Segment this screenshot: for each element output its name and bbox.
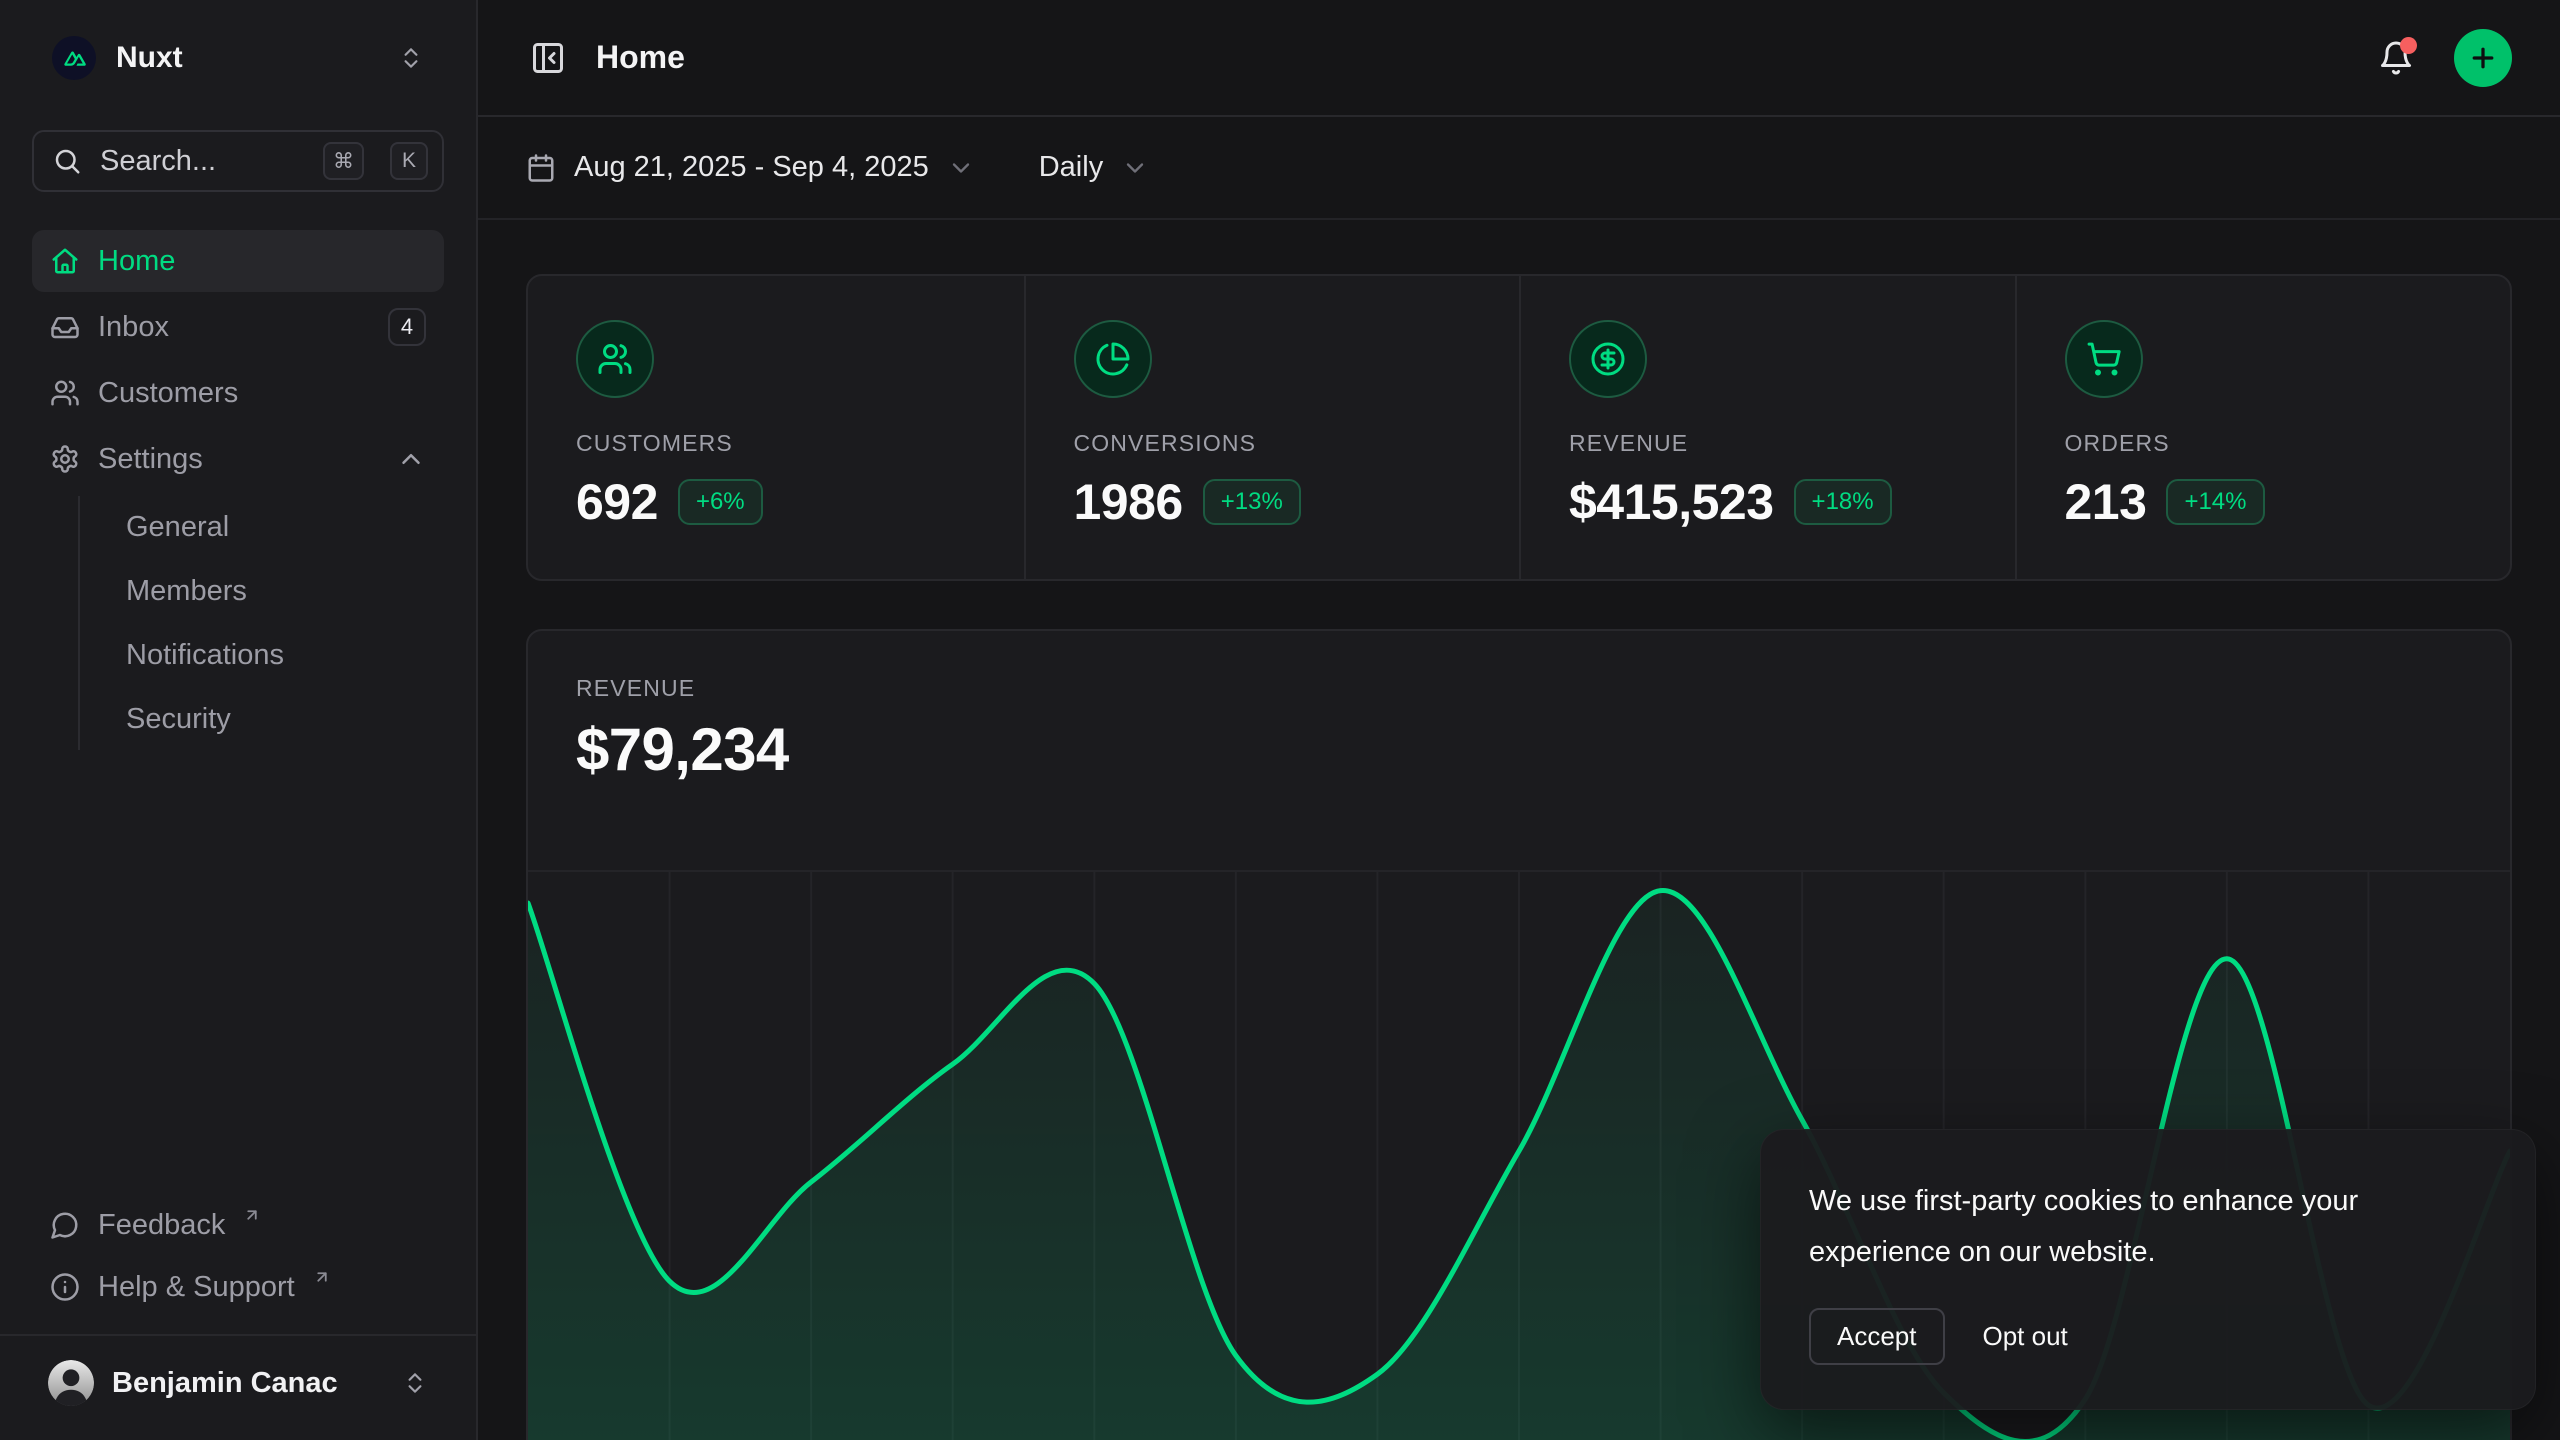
sidebar-item-label: Inbox [98,311,169,344]
stat-delta-badge: +14% [2166,479,2264,525]
stat-delta-badge: +13% [1203,479,1301,525]
circle-dollar-icon [1590,341,1626,377]
inbox-count-badge: 4 [388,308,426,346]
sidebar-item-label: Settings [98,443,203,476]
sidebar-item-label: Security [126,703,231,736]
sidebar-item-label: General [126,511,229,544]
help-support-link[interactable]: Help & Support [32,1258,444,1316]
page-title: Home [596,39,685,76]
chevrons-up-down-icon [402,1370,428,1396]
home-icon [50,246,80,276]
nuxt-logo-icon [52,36,96,80]
chevron-down-icon [947,154,975,182]
stat-conversions[interactable]: CONVERSIONS 1986 +13% [1024,276,1520,579]
stat-value: 1986 [1074,473,1183,531]
sidebar-item-members[interactable]: Members [110,560,444,622]
feedback-label: Feedback [98,1204,225,1246]
stat-label: CUSTOMERS [576,430,976,457]
add-button[interactable] [2454,29,2512,87]
inbox-icon [50,312,80,342]
external-link-icon [313,1268,331,1286]
stat-delta-badge: +6% [678,479,763,525]
stat-customers[interactable]: CUSTOMERS 692 +6% [528,276,1024,579]
sidebar-item-label: Customers [98,377,238,410]
shopping-cart-icon [2086,341,2122,377]
search-input[interactable]: Search... ⌘ K [32,130,444,192]
sidebar-nav: Home Inbox 4 Customers Settings General … [32,230,444,750]
message-circle-icon [50,1210,80,1240]
workspace-switcher[interactable]: Nuxt [32,20,444,96]
sidebar-item-label: Notifications [126,639,284,672]
kbd-meta: ⌘ [323,142,364,180]
sidebar-item-customers[interactable]: Customers [32,362,444,424]
stat-value: $415,523 [1569,473,1774,531]
revenue-chart-label: REVENUE [576,675,2462,702]
users-icon [50,378,80,408]
external-link-icon [243,1206,261,1224]
cookie-optout-button[interactable]: Opt out [1979,1310,2072,1363]
info-icon [50,1272,80,1302]
sidebar-item-general[interactable]: General [110,496,444,558]
stat-delta-badge: +18% [1794,479,1892,525]
page-header: Home [478,0,2560,117]
stat-revenue[interactable]: REVENUE $415,523 +18% [1519,276,2015,579]
settings-subnav: General Members Notifications Security [78,496,444,750]
sidebar-footer-links: Feedback Help & Support [32,1196,444,1316]
cookie-accept-button[interactable]: Accept [1809,1308,1945,1365]
panel-left-close-icon [530,40,566,76]
stats-card: CUSTOMERS 692 +6% CONVERSIONS 1986 +13% [526,274,2512,581]
notifications-button[interactable] [2374,36,2418,80]
filters-toolbar: Aug 21, 2025 - Sep 4, 2025 Daily [478,117,2560,220]
revenue-chart-value: $79,234 [576,714,2462,786]
stat-label: REVENUE [1569,430,1967,457]
notification-dot [2400,37,2417,54]
granularity-select[interactable]: Daily [1039,151,1149,184]
cookie-message: We use first-party cookies to enhance yo… [1809,1176,2487,1278]
sidebar-divider [0,1334,476,1336]
stat-label: CONVERSIONS [1074,430,1472,457]
calendar-icon [526,153,556,183]
sidebar-item-inbox[interactable]: Inbox 4 [32,296,444,358]
search-icon [52,146,82,176]
date-range-label: Aug 21, 2025 - Sep 4, 2025 [574,151,929,184]
chevron-down-icon [1121,154,1149,182]
sidebar-item-settings[interactable]: Settings [32,428,444,490]
gear-icon [50,444,80,474]
kbd-k: K [390,142,428,180]
user-name: Benjamin Canac [112,1367,338,1400]
stat-label: ORDERS [2065,430,2463,457]
collapse-sidebar-button[interactable] [526,36,570,80]
workspace-name: Nuxt [116,41,183,75]
users-icon [597,341,633,377]
granularity-label: Daily [1039,151,1103,184]
feedback-link[interactable]: Feedback [32,1196,444,1254]
plus-icon [2468,43,2498,73]
search-placeholder: Search... [100,145,305,178]
stat-orders[interactable]: ORDERS 213 +14% [2015,276,2511,579]
chevron-up-icon [396,444,426,474]
chevrons-up-down-icon [398,45,424,71]
sidebar-item-home[interactable]: Home [32,230,444,292]
sidebar: Nuxt Search... ⌘ K Home Inbox 4 Customer… [0,0,478,1440]
avatar [48,1360,94,1406]
stat-value: 213 [2065,473,2147,531]
sidebar-item-label: Home [98,245,175,278]
help-support-label: Help & Support [98,1266,295,1308]
date-range-picker[interactable]: Aug 21, 2025 - Sep 4, 2025 [526,151,975,184]
stat-value: 692 [576,473,658,531]
pie-chart-icon [1095,341,1131,377]
sidebar-item-notifications[interactable]: Notifications [110,624,444,686]
sidebar-item-label: Members [126,575,247,608]
user-menu[interactable]: Benjamin Canac [32,1350,444,1416]
sidebar-item-security[interactable]: Security [110,688,444,750]
cookie-banner: We use first-party cookies to enhance yo… [1760,1129,2536,1410]
